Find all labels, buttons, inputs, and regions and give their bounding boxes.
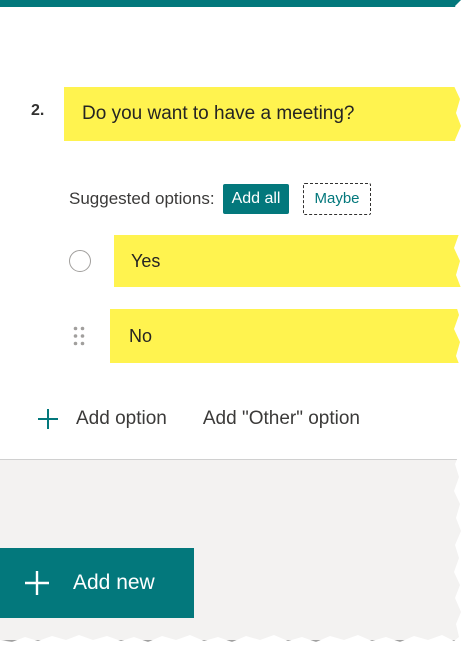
- question-card: 2. Do you want to have a meeting? Sugges…: [0, 7, 461, 460]
- add-other-option-button[interactable]: Add "Other" option: [203, 408, 360, 430]
- suggested-options-label: Suggested options:: [69, 189, 215, 208]
- suggested-options-row: Suggested options: Add all Maybe: [69, 183, 371, 215]
- add-all-button[interactable]: Add all: [222, 184, 290, 214]
- question-title-input[interactable]: Do you want to have a meeting?: [64, 87, 461, 141]
- suggested-option-maybe-button[interactable]: Maybe: [303, 183, 371, 215]
- option-row-no: No: [0, 309, 461, 363]
- add-option-row: Add option Add "Other" option: [37, 405, 360, 433]
- option-input-no[interactable]: No: [110, 309, 461, 363]
- plus-icon[interactable]: [37, 408, 59, 430]
- add-new-button[interactable]: Add new: [0, 548, 194, 618]
- radio-circle-icon[interactable]: [69, 250, 91, 272]
- top-accent-bar: [0, 0, 461, 7]
- option-input-yes[interactable]: Yes: [114, 235, 461, 287]
- add-option-button[interactable]: Add option: [76, 408, 167, 430]
- question-number: 2.: [31, 102, 45, 119]
- option-row-yes: Yes: [0, 235, 461, 287]
- plus-icon: [25, 571, 49, 595]
- add-new-label: Add new: [73, 571, 155, 594]
- drag-handle-icon[interactable]: [73, 326, 85, 346]
- form-editor-screenshot: 2. Do you want to have a meeting? Sugges…: [0, 0, 461, 640]
